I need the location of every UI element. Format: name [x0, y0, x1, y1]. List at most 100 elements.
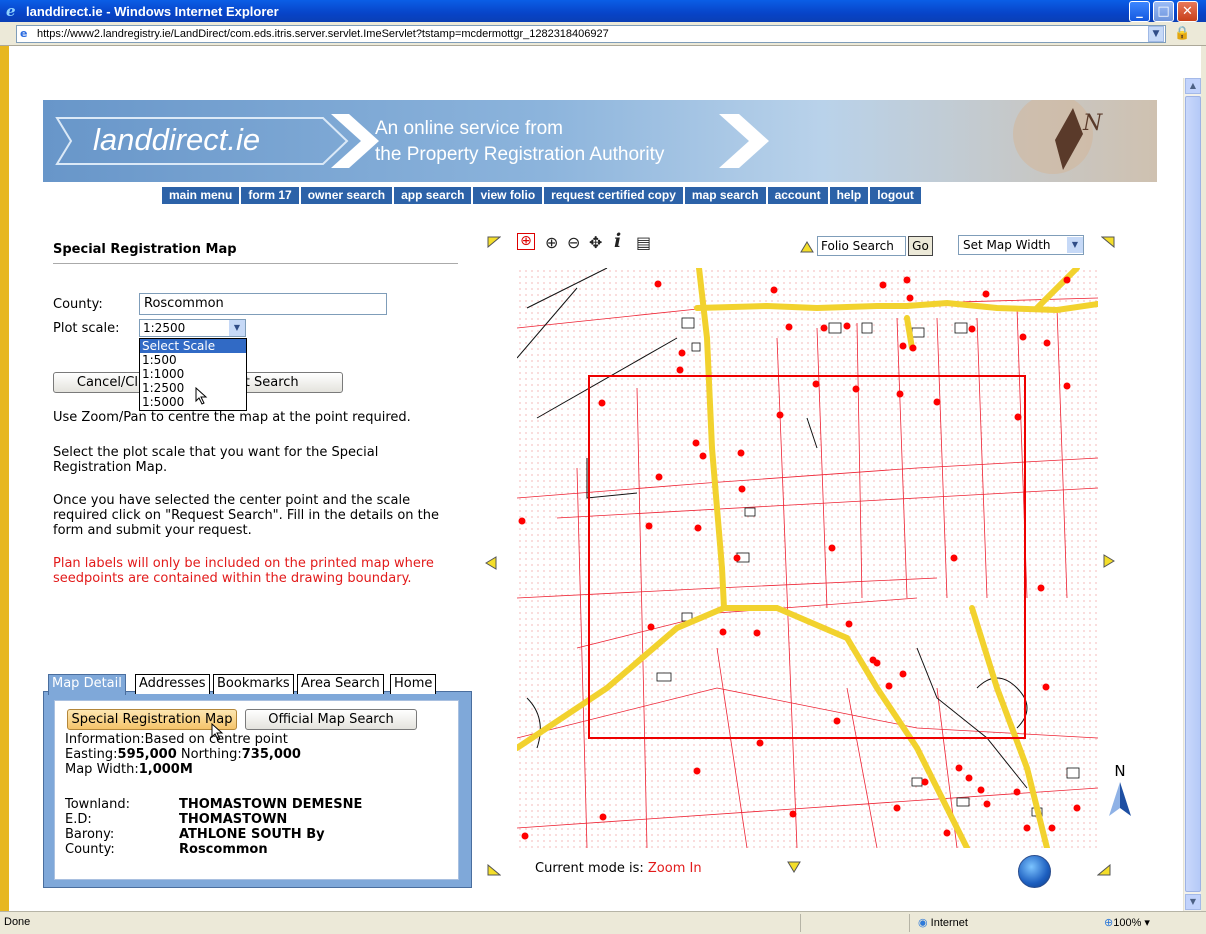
- tab-bookmarks[interactable]: Bookmarks: [213, 674, 294, 694]
- address-bar: e https://www2.landregistry.ie/LandDirec…: [0, 22, 1206, 46]
- scale-option[interactable]: 1:5000: [140, 395, 246, 409]
- ed-value: THOMASTOWN: [179, 812, 288, 827]
- address-input[interactable]: e https://www2.landregistry.ie/LandDirec…: [16, 25, 1166, 43]
- tab-area-search[interactable]: Area Search: [297, 674, 384, 694]
- compass-arrow-icon: [1109, 782, 1131, 816]
- nav-app-search[interactable]: app search: [394, 187, 472, 204]
- easting-value: 595,000: [117, 747, 177, 762]
- north-arrow-icon: N: [1105, 762, 1135, 822]
- scroll-down-button[interactable]: ▼: [1185, 894, 1201, 910]
- pan-north-arrow-icon[interactable]: [800, 241, 814, 253]
- banner-tagline-2: the Property Registration Authority: [375, 144, 665, 165]
- county-detail-value: Roscommon: [179, 842, 268, 857]
- title-bar: e landdirect.ie - Windows Internet Explo…: [0, 0, 1206, 22]
- status-text: Done: [4, 916, 31, 928]
- mode-label: Current mode is:: [535, 861, 644, 876]
- zoom-in-icon[interactable]: ⊕: [545, 233, 558, 252]
- scale-dropdown-list[interactable]: Select Scale 1:500 1:1000 1:2500 1:5000: [139, 338, 247, 411]
- official-map-search-button[interactable]: Official Map Search: [245, 709, 417, 730]
- pan-icon[interactable]: ✥: [589, 233, 602, 252]
- address-dropdown-button[interactable]: ▼: [1148, 26, 1164, 42]
- pan-south-arrow-icon[interactable]: [787, 861, 801, 873]
- map-detail-content: Special Registration Map Official Map Se…: [54, 700, 459, 880]
- nav-form-17[interactable]: form 17: [241, 187, 299, 204]
- nav-owner-search[interactable]: owner search: [300, 187, 393, 204]
- help-text-request: Once you have selected the center point …: [53, 493, 439, 538]
- map-width-value: 1,000M: [138, 762, 193, 777]
- nav-map-search[interactable]: map search: [684, 187, 766, 204]
- address-text: https://www2.landregistry.ie/LandDirect/…: [37, 28, 609, 40]
- help-text-zoom: Use Zoom/Pan to centre the map at the po…: [53, 410, 411, 425]
- chevron-down-icon[interactable]: ▼: [1067, 237, 1083, 253]
- nav-main-menu[interactable]: main menu: [162, 187, 240, 204]
- page-icon: e: [20, 27, 28, 40]
- close-button[interactable]: ✕: [1177, 1, 1198, 22]
- barony-label: Barony:: [65, 827, 115, 842]
- list-icon[interactable]: ▤: [636, 233, 651, 252]
- maximize-button[interactable]: □: [1153, 1, 1174, 22]
- help-text-scale: Select the plot scale that you want for …: [53, 445, 379, 475]
- globe-icon: ◉: [918, 917, 928, 929]
- window-title: landdirect.ie - Windows Internet Explore…: [26, 3, 279, 19]
- minimize-button[interactable]: _: [1129, 1, 1150, 22]
- easting-label: Easting:: [65, 747, 118, 762]
- scale-option[interactable]: 1:2500: [140, 381, 246, 395]
- nav-help[interactable]: help: [829, 187, 869, 204]
- warning-text: Plan labels will only be included on the…: [53, 556, 434, 586]
- tab-map-detail[interactable]: Map Detail: [48, 674, 126, 695]
- mouse-cursor-icon: [195, 387, 208, 405]
- chevron-down-icon[interactable]: ▼: [229, 320, 245, 336]
- nav-account[interactable]: account: [767, 187, 828, 204]
- map-detail-panel: Special Registration Map Official Map Se…: [43, 691, 472, 888]
- cancel-button[interactable]: Cancel/Cl: [53, 372, 143, 393]
- refresh-globe-icon[interactable]: [1018, 855, 1051, 888]
- pan-west-arrow-icon[interactable]: [485, 556, 497, 570]
- pan-northeast-arrow-icon[interactable]: [1101, 236, 1115, 248]
- tab-addresses[interactable]: Addresses: [135, 674, 210, 694]
- zoom-out-icon[interactable]: ⊖: [567, 233, 580, 252]
- site-logo[interactable]: landdirect.ie: [93, 122, 260, 158]
- map-width: Map Width:1,000M: [65, 762, 301, 777]
- pan-southeast-arrow-icon[interactable]: [1097, 864, 1111, 876]
- map-drawing: [517, 268, 1098, 848]
- go-button[interactable]: Go: [908, 236, 933, 256]
- map-width-select-value: Set Map Width: [963, 238, 1051, 252]
- status-pane: [800, 914, 910, 932]
- scroll-up-button[interactable]: ▲: [1185, 78, 1201, 94]
- zoom-level[interactable]: ⊕100% ▾: [1104, 916, 1150, 929]
- county-field[interactable]: Roscommon: [139, 293, 387, 315]
- banner-tagline-1: An online service from: [375, 118, 563, 139]
- zone-text: Internet: [930, 917, 968, 929]
- pan-east-arrow-icon[interactable]: [1103, 554, 1115, 568]
- zoom-icon: ⊕: [1104, 917, 1114, 929]
- scale-option[interactable]: 1:500: [140, 353, 246, 367]
- zoom-box-icon[interactable]: ⊕: [517, 233, 535, 250]
- page-top: [9, 46, 1201, 78]
- county-detail-label: County:: [65, 842, 115, 857]
- zoom-text: 100%: [1113, 917, 1142, 929]
- map-width-select[interactable]: Set Map Width ▼: [958, 235, 1084, 255]
- nav-logout[interactable]: logout: [870, 187, 921, 204]
- title-divider: [53, 263, 458, 264]
- scroll-thumb[interactable]: [1185, 96, 1201, 892]
- townland-label: Townland:: [65, 797, 131, 812]
- pan-southwest-arrow-icon[interactable]: [487, 864, 501, 876]
- lock-icon[interactable]: 🔒: [1174, 26, 1190, 41]
- folio-search-input[interactable]: Folio Search: [817, 236, 906, 256]
- tab-home[interactable]: Home: [390, 674, 437, 694]
- scale-option[interactable]: Select Scale: [140, 339, 246, 353]
- info-icon[interactable]: i: [614, 230, 621, 252]
- scale-option[interactable]: 1:1000: [140, 367, 246, 381]
- browser-window: e landdirect.ie - Windows Internet Explo…: [0, 0, 1206, 934]
- pan-northwest-arrow-icon[interactable]: [487, 236, 501, 248]
- nav-view-folio[interactable]: view folio: [473, 187, 543, 204]
- scale-select[interactable]: 1:2500 ▼: [139, 319, 246, 337]
- map-canvas[interactable]: [517, 268, 1098, 848]
- svg-text:N: N: [1082, 111, 1103, 136]
- main-nav: main menu form 17 owner search app searc…: [162, 187, 921, 204]
- nav-request-certified-copy[interactable]: request certified copy: [544, 187, 683, 204]
- ie-logo-icon: e: [6, 2, 16, 20]
- vertical-scrollbar[interactable]: ▲ ▼: [1183, 78, 1201, 911]
- mode-value: Zoom In: [647, 861, 702, 876]
- north-label: N: [1114, 762, 1126, 780]
